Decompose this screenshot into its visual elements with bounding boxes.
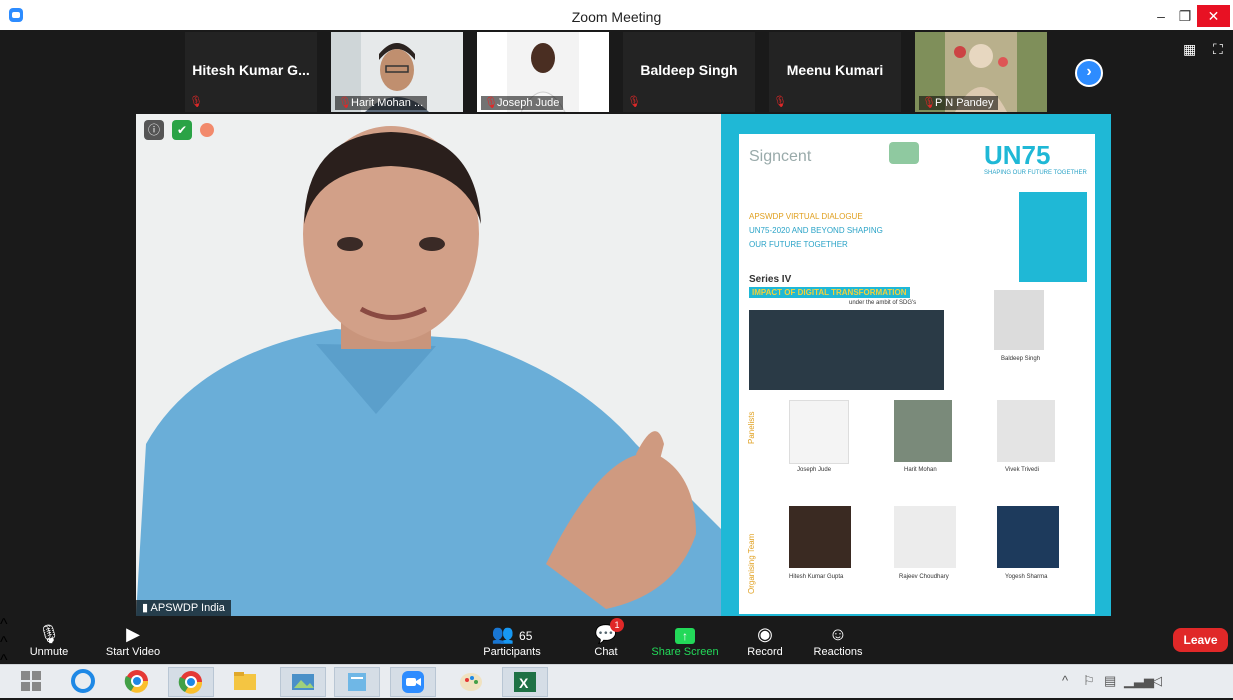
network-icon[interactable]: ▤ xyxy=(1104,673,1116,689)
participant-tile[interactable]: 🎙︎ Harit Mohan ... xyxy=(331,32,463,112)
team-photo xyxy=(789,506,851,568)
next-page-button[interactable]: › xyxy=(1075,59,1103,87)
panelist-photo xyxy=(997,400,1055,462)
signal-icon: ▮ xyxy=(142,602,151,614)
window-titlebar: Zoom Meeting – ❐ ✕ xyxy=(0,0,1233,30)
muted-mic-icon: 🎙︎ xyxy=(338,97,352,109)
muted-mic-icon: 🎙︎ xyxy=(773,96,787,108)
team-name: Hitesh Kumar Gupta xyxy=(789,574,844,580)
chat-button[interactable]: 💬 1 Chat xyxy=(588,616,624,664)
participant-name-label: 🎙︎ Harit Mohan ... xyxy=(335,96,428,110)
gallery-view-icon[interactable]: ▦ xyxy=(1183,42,1197,56)
chat-badge: 1 xyxy=(610,618,624,632)
windows-logo-icon xyxy=(21,671,41,691)
poster-content: Signcent UN75 SHAPING OUR FUTURE TOGETHE… xyxy=(739,134,1095,614)
fullscreen-icon[interactable]: ⛶ xyxy=(1213,42,1227,56)
reactions-button[interactable]: ☺ Reactions xyxy=(810,616,866,664)
meeting-toolbar: 🎙︎ Unmute ^ ▶ Start Video ^ 👥 65 Partici… xyxy=(0,616,1233,669)
maximize-button[interactable]: ❐ xyxy=(1176,5,1194,27)
volume-icon[interactable]: ◁ xyxy=(1152,673,1162,689)
muted-mic-icon: 🎙︎ xyxy=(37,624,61,644)
image-viewer-icon[interactable] xyxy=(280,667,326,697)
participant-name-label: 🎙︎ P N Pandey xyxy=(919,96,998,110)
unmute-button[interactable]: 🎙︎ Unmute xyxy=(20,616,78,664)
panelist-photo xyxy=(789,400,849,464)
poster-series: Series IV xyxy=(749,274,792,285)
muted-mic-icon: 🎙︎ xyxy=(627,96,641,108)
poster-un75-sub: SHAPING OUR FUTURE TOGETHER xyxy=(984,170,1087,176)
panelist-name: Harit Mohan xyxy=(904,467,937,473)
record-icon: ◉ xyxy=(757,624,773,644)
participant-tile[interactable]: 🎙︎ P N Pandey xyxy=(915,32,1047,112)
chrome-icon[interactable] xyxy=(114,667,160,697)
poster-un75: UN75 xyxy=(984,140,1051,170)
poster-panelists-label: Panelists xyxy=(747,411,756,444)
info-icon[interactable]: ⓘ xyxy=(144,120,164,140)
zoom-icon[interactable] xyxy=(390,667,436,697)
muted-mic-icon: 🎙︎ xyxy=(484,97,498,109)
poster-team-label: Organising Team xyxy=(747,533,756,594)
meeting-stage: Hitesh Kumar G... 🎙︎ 🎙︎ Harit Mohan ... 🎙… xyxy=(8,30,1233,616)
svg-text:X: X xyxy=(519,675,529,691)
poster-headline-1: APSWDP VIRTUAL DIALOGUE xyxy=(749,212,863,221)
close-button[interactable]: ✕ xyxy=(1197,5,1230,27)
poster-headline-2: UN75-2020 AND BEYOND SHAPING xyxy=(749,226,883,235)
poster-digital-image xyxy=(749,310,944,390)
main-speaker-video: ⓘ ✔ Signcent UN75 SHAPING OUR FUTURE TOG… xyxy=(136,114,1111,616)
windows-taskbar: X ^ ⚐ ▤ ▁▃▅ ◁ xyxy=(0,664,1233,698)
poster-chair-photo xyxy=(994,290,1044,350)
record-dot-icon xyxy=(200,123,214,137)
speaker-scene xyxy=(136,114,726,616)
poster-under: under the ambit of SDG's xyxy=(849,300,917,306)
file-explorer-icon[interactable] xyxy=(222,667,268,697)
participant-name: Meenu Kumari xyxy=(786,62,884,78)
active-speaker-label: ▮ APSWDP India xyxy=(136,600,231,616)
team-photo xyxy=(894,506,956,568)
participants-button[interactable]: 👥 65 Participants xyxy=(480,616,544,664)
start-video-button[interactable]: ▶ Start Video xyxy=(100,616,166,664)
muted-mic-icon: 🎙︎ xyxy=(189,96,203,108)
participant-tile[interactable]: 🎙︎ Joseph Jude xyxy=(477,32,609,112)
leave-button[interactable]: Leave xyxy=(1173,628,1228,652)
participant-name-label: 🎙︎ Joseph Jude xyxy=(481,96,564,110)
share-screen-button[interactable]: ↑ Share Screen xyxy=(650,616,720,664)
reactions-icon: ☺ xyxy=(828,624,848,644)
share-screen-icon: ↑ xyxy=(650,623,720,645)
team-name: Yogesh Sharma xyxy=(1005,574,1048,580)
participants-icon: 👥 65 xyxy=(491,624,533,644)
internet-explorer-icon[interactable] xyxy=(60,667,106,697)
muted-mic-icon: 🎙︎ xyxy=(922,97,936,109)
flag-icon[interactable]: ⚐ xyxy=(1083,673,1095,689)
event-poster: Signcent UN75 SHAPING OUR FUTURE TOGETHE… xyxy=(721,114,1111,616)
panelist-photo xyxy=(894,400,952,462)
poster-chair-name: Baldeep Singh xyxy=(1001,356,1041,362)
signal-bars-icon[interactable]: ▁▃▅ xyxy=(1124,673,1154,689)
minimize-button[interactable]: – xyxy=(1152,5,1170,27)
participant-name: Baldeep Singh xyxy=(640,62,738,78)
participant-name: Hitesh Kumar G... xyxy=(192,62,310,78)
poster-info-box xyxy=(1019,192,1087,282)
start-button[interactable] xyxy=(8,667,54,697)
speaker-illustration xyxy=(136,114,726,616)
team-photo xyxy=(997,506,1059,568)
window-title: Zoom Meeting xyxy=(571,9,662,25)
poster-impact: IMPACT OF DIGITAL TRANSFORMATION xyxy=(749,287,910,298)
record-button[interactable]: ◉ Record xyxy=(745,616,785,664)
poster-headline-3: OUR FUTURE TOGETHER xyxy=(749,240,848,249)
panelist-name: Joseph Jude xyxy=(797,467,832,473)
video-off-icon: ▶ xyxy=(126,624,140,644)
participant-tile[interactable]: Hitesh Kumar G... 🎙︎ xyxy=(185,32,317,112)
paint-icon[interactable] xyxy=(448,667,494,697)
participant-tile[interactable]: Baldeep Singh 🎙︎ xyxy=(623,32,755,112)
poster-org: Signcent xyxy=(749,148,812,165)
chrome-icon[interactable] xyxy=(168,667,214,697)
excel-icon[interactable]: X xyxy=(502,667,548,697)
shield-icon[interactable]: ✔ xyxy=(172,120,192,140)
panelist-name: Vivek Trivedi xyxy=(1005,467,1039,473)
tray-chevron-icon[interactable]: ^ xyxy=(1062,673,1068,688)
poster-logo xyxy=(889,142,919,164)
notepad-icon[interactable] xyxy=(334,667,380,697)
team-name: Rajeev Choudhary xyxy=(899,574,949,580)
participant-tile[interactable]: Meenu Kumari 🎙︎ xyxy=(769,32,901,112)
